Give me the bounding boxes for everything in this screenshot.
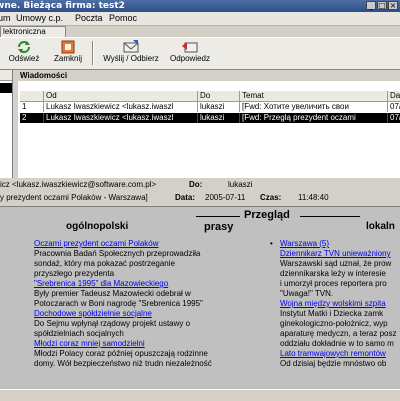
news-link[interactable]: Dziennikarz TVN unieważniony — [280, 249, 400, 259]
news-link[interactable]: Oczami prezydent oczami Polaków — [34, 239, 239, 249]
news-text: Do Sejmu wpłynął rządowy projekt ustawy … — [34, 319, 191, 328]
row-subject: [Fwd: Хотите увеличить свои — [240, 102, 388, 112]
news-text: przyszłego prezydenta — [34, 269, 115, 278]
national-news-column: Oczami prezydent oczami Polaków Pracowni… — [34, 239, 239, 369]
heading-rule-right — [300, 216, 360, 217]
tab-poczta-elektroniczna[interactable]: lektroniczna — [0, 26, 66, 37]
news-text: "Uwaga!" TVN. — [280, 289, 334, 298]
row-date: 07/11/2 — [388, 113, 400, 123]
news-link[interactable]: Wojna między wolskimi szpita — [280, 299, 400, 309]
local-news-column: Warszawa (5) Dziennikarz TVN unieważnion… — [280, 239, 400, 369]
column-num-header[interactable] — [20, 91, 44, 101]
news-text: i umorzył proces reportera pro — [280, 279, 387, 288]
news-text: Warszawski sąd uznał, że prow — [280, 259, 392, 268]
reply-button[interactable]: Odpowiedz — [166, 40, 214, 67]
menu-item-poczta[interactable]: Poczta — [75, 12, 103, 25]
news-text: Były premier Tadeusz Mazowiecki odebrał … — [34, 289, 191, 298]
time-value: 11:48:40 — [298, 193, 329, 202]
send-receive-icon — [123, 40, 139, 53]
horizontal-scrollbar[interactable] — [0, 389, 400, 401]
refresh-label: Odśwież — [8, 54, 40, 63]
news-link[interactable]: Dochodowe spółdzielnie socjalne — [34, 309, 239, 319]
heading-rule-left — [196, 216, 240, 217]
menu-item-pomoc[interactable]: Pomoc — [109, 12, 137, 25]
message-header-info: icz <lukasz.iwaszkiewicz@software.com.pl… — [0, 178, 400, 204]
news-link[interactable]: Warszawa (5) — [280, 239, 400, 249]
reply-icon — [182, 42, 198, 53]
close-window-button[interactable]: × — [388, 1, 398, 10]
news-text: ginekologiczno-położnicz, wyp — [280, 319, 388, 328]
row-subject: [Fwd: Przeglą prezydent oczami — [240, 113, 388, 123]
news-text: sondaż, który ma pokazać postrzeganie — [34, 259, 175, 268]
column-header-date[interactable]: Data — [388, 91, 400, 101]
close-label: Zamknij — [53, 54, 82, 63]
column-header-to[interactable]: Do — [198, 91, 240, 101]
news-text: oddziału dokładnie w to samo m — [280, 339, 394, 348]
news-text: Pracownia Badań Społecznych przeprowadzi… — [34, 249, 201, 258]
news-text: aparaturę medyczn, a teraz posz — [280, 329, 397, 338]
news-text: domy. Wół bezpieczeństwo niż trudn nieza… — [34, 359, 212, 368]
row-number: 1 — [20, 102, 44, 112]
row-number: 2 — [20, 113, 44, 123]
refresh-button[interactable]: Odśwież — [6, 40, 42, 67]
menu-item-umowy[interactable]: Umowy c.p. — [16, 12, 63, 25]
news-link[interactable]: "Srebrenica 1995" dla Mazowieckiego — [34, 279, 239, 289]
preview-heading-2: prasy — [204, 221, 234, 233]
table-row[interactable]: 1 Lukasz Iwaszkiewicz <lukasz.iwaszl luk… — [20, 102, 400, 112]
column-header-from[interactable]: Od — [44, 91, 198, 101]
column-title-national: ogólnopolski — [66, 221, 129, 232]
maximize-button[interactable]: □ — [377, 1, 387, 10]
row-to: lukaszi — [198, 102, 240, 112]
reply-label: Odpowiedz — [169, 54, 211, 63]
minimize-button[interactable]: _ — [366, 1, 376, 10]
tab-row: lektroniczna — [0, 26, 400, 37]
news-text: Młodzi Polacy coraz później opuszczają r… — [34, 349, 208, 358]
folder-pane-header — [0, 70, 12, 81]
folder-pane[interactable] — [0, 70, 13, 180]
preview-heading: Przegląd — [244, 209, 290, 221]
refresh-icon — [18, 41, 30, 53]
window-title: wne. Bieżąca firma: test2 — [0, 1, 125, 11]
row-from: Lukasz Iwaszkiewicz <lukasz.iwaszl — [44, 102, 198, 112]
title-bar: wne. Bieżąca firma: test2 _ □ × — [0, 0, 400, 12]
date-label: Data: — [175, 193, 196, 202]
from-value: icz <lukasz.iwaszkiewicz@software.com.pl… — [0, 180, 157, 189]
close-button[interactable]: Zamknij — [48, 40, 88, 67]
messages-panel: Wiadomości Od Do Temat Data 1 Lukasz Iwa… — [18, 70, 400, 180]
table-row-selected[interactable]: 2 Lukasz Iwaszkiewicz <lukasz.iwaszl luk… — [20, 113, 400, 123]
to-value: lukaszi — [228, 180, 253, 189]
close-icon — [61, 40, 75, 54]
menu-bar: um Umowy c.p. Poczta Pomoc — [0, 12, 400, 26]
messages-table-header: Od Do Temat Data — [20, 90, 400, 102]
folder-pane-selected-item[interactable] — [0, 83, 12, 93]
bullet-icon: • — [270, 239, 273, 248]
news-text: Instytut Matki i Dziecka zamk — [280, 309, 384, 318]
news-text: Od dzisiaj będzie mnóstwo ob — [280, 359, 387, 368]
news-text: Potoczarach w Boni nagrodę "Srebrenica 1… — [34, 299, 203, 308]
row-date: 07/11/2 — [388, 102, 400, 112]
news-link[interactable]: Młodzi coraz mniej samodzielni — [34, 339, 239, 349]
news-link[interactable]: Lato tramwajowych remontów — [280, 349, 400, 359]
row-from: Lukasz Iwaszkiewicz <lukasz.iwaszl — [44, 113, 198, 123]
column-title-local: lokaln — [366, 221, 395, 232]
toolbar: Odśwież Zamknij Wyślij / Odbierz Odpowie… — [0, 37, 400, 70]
subject-value: y prezydent oczami Polaków - Warszawa] — [0, 193, 148, 202]
time-label: Czas: — [260, 193, 282, 202]
news-text: dziennikarska leży w interesie — [280, 269, 386, 278]
column-header-subject[interactable]: Temat — [240, 91, 388, 101]
messages-caption: Wiadomości — [18, 70, 400, 81]
message-preview[interactable]: Przegląd prasy ogólnopolski lokaln Oczam… — [0, 206, 400, 401]
to-label: Do: — [189, 180, 203, 189]
send-receive-label: Wyślij / Odbierz — [103, 54, 159, 63]
row-to: lukaszi — [198, 113, 240, 123]
menu-item-system[interactable]: um — [0, 12, 11, 25]
toolbar-separator — [92, 41, 94, 65]
date-value: 2005-07-11 — [205, 193, 246, 202]
send-receive-button[interactable]: Wyślij / Odbierz — [100, 40, 162, 67]
news-text: spółdzielniach socjalnych — [34, 329, 124, 338]
